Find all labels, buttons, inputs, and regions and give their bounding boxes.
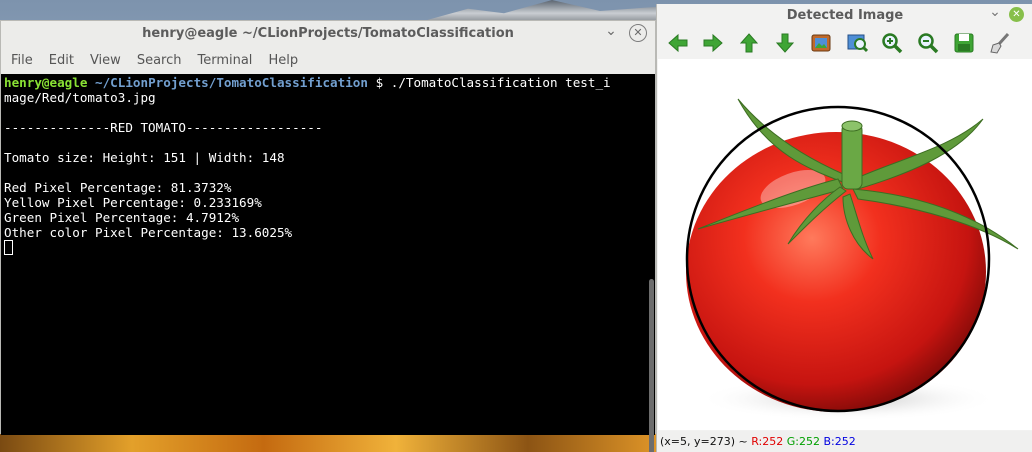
- arrow-up-icon[interactable]: [736, 31, 762, 55]
- zoom-fit-icon[interactable]: [844, 31, 870, 55]
- detected-image[interactable]: [658, 59, 1032, 430]
- image-viewer-window: Detected Image ⌄ ✕ (x=5, y=273) ~ R:252 …: [656, 4, 1032, 452]
- viewer-titlebar[interactable]: Detected Image ⌄ ✕: [657, 4, 1032, 28]
- result-header: --------------RED TOMATO----------------…: [4, 120, 323, 135]
- close-icon[interactable]: ✕: [629, 24, 647, 42]
- menu-view[interactable]: View: [82, 53, 129, 68]
- arrow-left-icon[interactable]: [665, 31, 691, 55]
- zoom-in-icon[interactable]: [879, 31, 905, 55]
- terminal-titlebar[interactable]: henry@eagle ~/CLionProjects/TomatoClassi…: [1, 21, 655, 46]
- command-wrap-line: mage/Red/tomato3.jpg: [4, 90, 156, 105]
- minimize-icon[interactable]: ⌄: [601, 23, 621, 43]
- minimize-icon[interactable]: ⌄: [987, 4, 1003, 24]
- arrow-down-icon[interactable]: [772, 31, 798, 55]
- tomato-size-line: Tomato size: Height: 151 | Width: 148: [4, 150, 285, 165]
- viewer-toolbar: [657, 28, 1032, 58]
- close-icon[interactable]: ✕: [1009, 7, 1024, 22]
- tomato-photo: [685, 98, 1019, 421]
- terminal-scrollbar[interactable]: [649, 279, 654, 452]
- prompt-path: ~/CLionProjects/TomatoClassification: [95, 75, 368, 90]
- save-icon[interactable]: [951, 31, 977, 55]
- pixel-green-value: G:252: [786, 435, 820, 448]
- menu-terminal[interactable]: Terminal: [189, 53, 260, 68]
- image-icon[interactable]: [808, 31, 834, 55]
- pixel-red-value: R:252: [751, 435, 784, 448]
- viewer-title: Detected Image: [786, 8, 904, 23]
- terminal-menubar: File Edit View Search Terminal Help: [1, 46, 655, 74]
- terminal-output[interactable]: henry@eagle ~/CLionProjects/TomatoClassi…: [1, 74, 655, 435]
- cursor-coordinates: (x=5, y=273) ~: [660, 435, 748, 448]
- menu-help[interactable]: Help: [260, 53, 306, 68]
- green-percentage-line: Green Pixel Percentage: 4.7912%: [4, 210, 240, 225]
- arrow-right-icon[interactable]: [700, 31, 726, 55]
- yellow-percentage-line: Yellow Pixel Percentage: 0.233169%: [4, 195, 262, 210]
- other-percentage-line: Other color Pixel Percentage: 13.6025%: [4, 225, 293, 240]
- menu-file[interactable]: File: [3, 53, 41, 68]
- terminal-title: henry@eagle ~/CLionProjects/TomatoClassi…: [142, 26, 514, 41]
- properties-brush-icon[interactable]: [987, 31, 1013, 55]
- command-line: henry@eagle ~/CLionProjects/TomatoClassi…: [4, 75, 655, 90]
- zoom-out-icon[interactable]: [915, 31, 941, 55]
- menu-search[interactable]: Search: [129, 53, 190, 68]
- text-cursor: [4, 240, 13, 255]
- pixel-blue-value: B:252: [823, 435, 856, 448]
- desktop-wallpaper-mountain: [420, 0, 660, 22]
- desktop-wallpaper-foliage: [0, 434, 660, 452]
- command-text: ./TomatoClassification test_i: [383, 75, 611, 90]
- viewer-statusbar: (x=5, y=273) ~ R:252 G:252 B:252: [657, 431, 1032, 452]
- menu-edit[interactable]: Edit: [41, 53, 82, 68]
- cursor-line: [4, 240, 655, 255]
- red-percentage-line: Red Pixel Percentage: 81.3732%: [4, 180, 232, 195]
- terminal-window: henry@eagle ~/CLionProjects/TomatoClassi…: [0, 20, 656, 452]
- prompt-user: henry@eagle: [4, 75, 88, 90]
